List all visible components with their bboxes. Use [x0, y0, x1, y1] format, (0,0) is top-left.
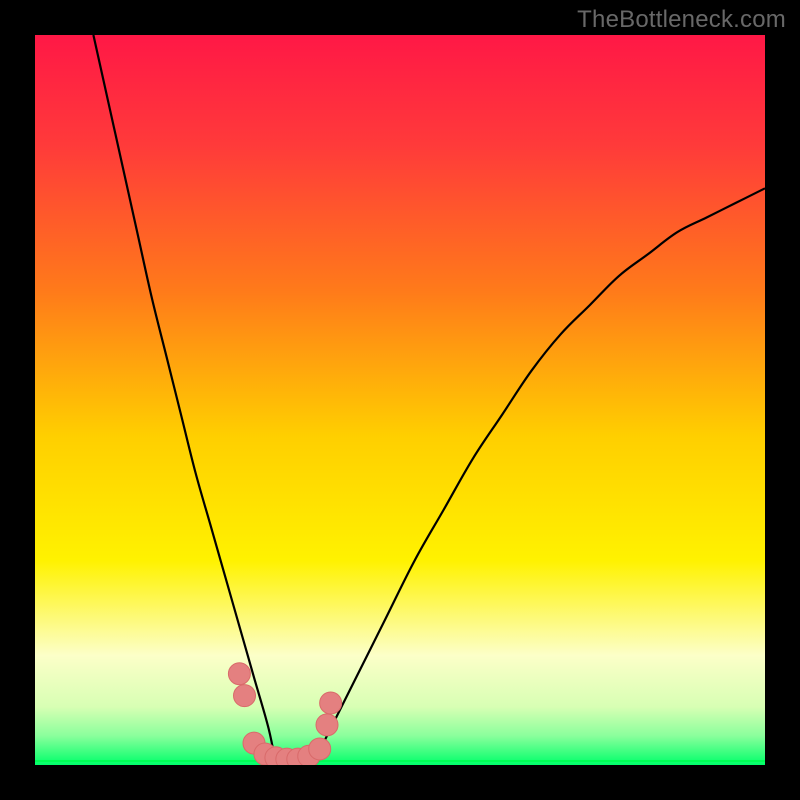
watermark-text: TheBottleneck.com [577, 6, 786, 34]
plot-area [35, 35, 765, 765]
marker-dot [316, 714, 338, 736]
marker-dot [320, 692, 342, 714]
chart-frame: TheBottleneck.com [0, 0, 800, 800]
gradient-background [35, 35, 765, 765]
marker-dot [309, 738, 331, 760]
marker-dot [234, 685, 256, 707]
bottleneck-chart [35, 35, 765, 765]
marker-dot [228, 663, 250, 685]
